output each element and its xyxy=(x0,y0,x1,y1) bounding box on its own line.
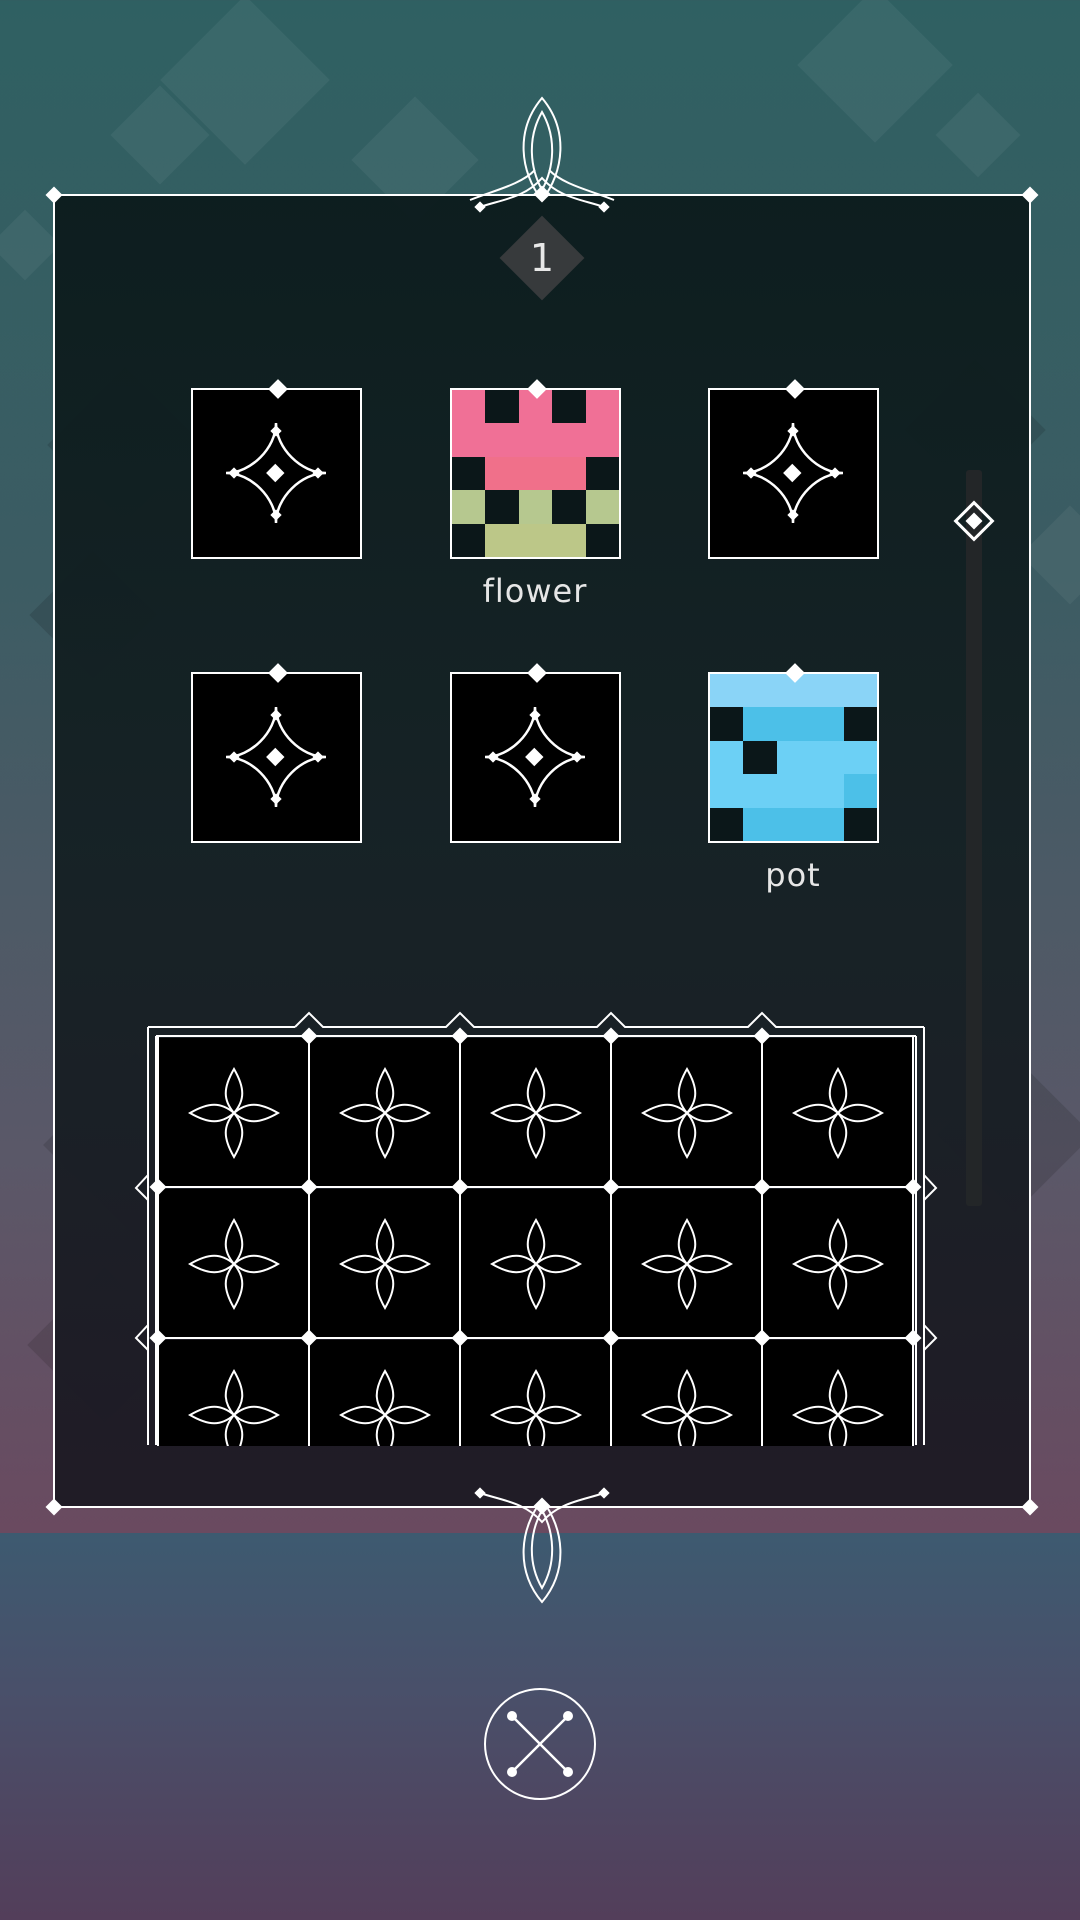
inventory-frame xyxy=(134,1011,938,1445)
close-button[interactable] xyxy=(484,1688,596,1800)
inventory-grid-lines xyxy=(149,1027,922,1446)
inventory-grid xyxy=(148,1018,924,1446)
close-x-icon xyxy=(507,1711,573,1777)
